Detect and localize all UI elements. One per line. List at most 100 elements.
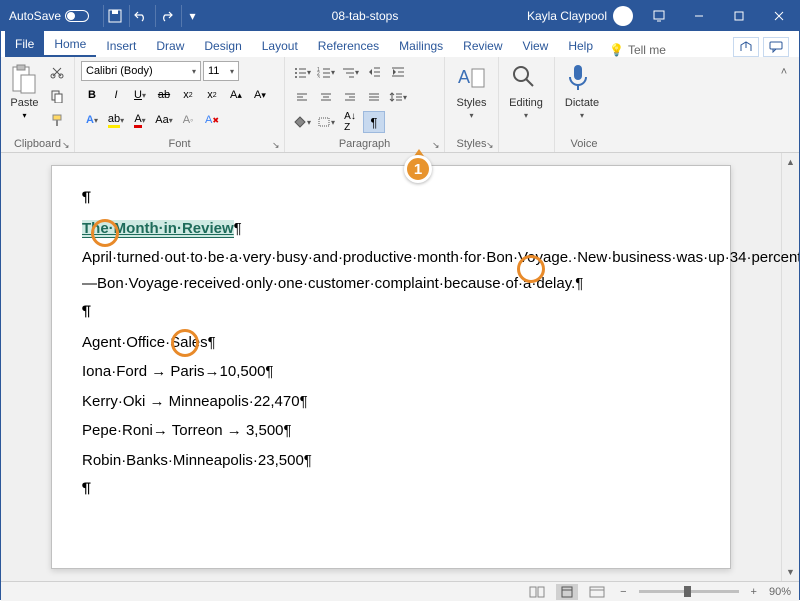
text-effects-button[interactable]: A▾ xyxy=(81,109,103,131)
tab-design[interactable]: Design xyxy=(194,35,251,57)
print-layout-icon[interactable] xyxy=(556,584,578,600)
group-font: Calibri (Body)▾ 11▾ B I U▾ ab x2 x2 A▴ A… xyxy=(75,57,285,152)
cut-icon[interactable] xyxy=(46,61,68,83)
tab-file[interactable]: File xyxy=(5,31,44,57)
clear-formatting-button[interactable]: A✖ xyxy=(201,109,223,131)
align-left-button[interactable] xyxy=(291,86,313,108)
group-paragraph: ▾ 123▾ ▾ ▾ ▾ ▾ A↓Z ¶ Paragraph ↘ xyxy=(285,57,445,152)
document-page[interactable]: ¶ The·Month·in·Review¶ April·turned·out·… xyxy=(51,165,731,569)
tab-references[interactable]: References xyxy=(308,35,389,57)
highlight-button[interactable]: ab▾ xyxy=(105,109,127,131)
ribbon-display-options-icon[interactable] xyxy=(639,1,679,31)
font-name-value: Calibri (Body) xyxy=(86,65,153,77)
zoom-level[interactable]: 90% xyxy=(769,586,791,598)
read-mode-icon[interactable] xyxy=(526,584,548,600)
change-case-button[interactable]: Aa▾ xyxy=(153,109,175,131)
share-button[interactable] xyxy=(733,37,759,57)
shrink-font-button[interactable]: A▾ xyxy=(249,84,271,106)
scroll-up-icon[interactable]: ▲ xyxy=(784,155,798,169)
data-row: Pepe·Roni→ Torreon → 3,500 xyxy=(82,422,284,439)
zoom-in-button[interactable]: + xyxy=(747,586,761,598)
tab-help[interactable]: Help xyxy=(558,35,603,57)
bold-button[interactable]: B xyxy=(81,84,103,106)
font-launcher-icon[interactable]: ↘ xyxy=(272,140,282,150)
redo-icon[interactable] xyxy=(155,5,177,27)
save-icon[interactable] xyxy=(103,5,125,27)
sort-button[interactable]: A↓Z xyxy=(339,111,361,133)
scroll-down-icon[interactable]: ▼ xyxy=(784,565,798,579)
tab-review[interactable]: Review xyxy=(453,35,512,57)
quick-access-toolbar: ▾ xyxy=(97,5,209,27)
italic-button[interactable]: I xyxy=(105,84,127,106)
tab-draw[interactable]: Draw xyxy=(146,35,194,57)
underline-button[interactable]: U▾ xyxy=(129,84,151,106)
superscript-button[interactable]: x2 xyxy=(201,84,223,106)
undo-icon[interactable] xyxy=(129,5,151,27)
increase-indent-button[interactable] xyxy=(387,61,409,83)
shading-button[interactable]: ▾ xyxy=(291,111,313,133)
paste-button[interactable]: Paste ▾ xyxy=(7,61,42,120)
show-hide-paragraph-button[interactable]: ¶ xyxy=(363,111,385,133)
tab-view[interactable]: View xyxy=(513,35,559,57)
tab-insert[interactable]: Insert xyxy=(96,35,146,57)
qat-customize-icon[interactable]: ▾ xyxy=(181,5,203,27)
maximize-button[interactable] xyxy=(719,1,759,31)
font-name-combobox[interactable]: Calibri (Body)▾ xyxy=(81,61,201,81)
user-account[interactable]: Kayla Claypool xyxy=(521,6,639,26)
autosave-toggle[interactable]: AutoSave xyxy=(1,9,97,23)
autosave-switch[interactable] xyxy=(65,10,89,22)
multilevel-button[interactable]: ▾ xyxy=(339,61,361,83)
tab-home[interactable]: Home xyxy=(44,33,96,57)
styles-label: Styles xyxy=(457,97,487,109)
decrease-indent-button[interactable] xyxy=(363,61,385,83)
paragraph-launcher-icon[interactable]: ↘ xyxy=(432,140,442,150)
comments-button[interactable] xyxy=(763,37,789,57)
font-size-combobox[interactable]: 11▾ xyxy=(203,61,239,81)
body-paragraph-1: April·turned·out·to·be·a·very·busy·and·p… xyxy=(82,249,799,292)
editing-button[interactable]: Editing▾ xyxy=(505,61,547,120)
align-center-button[interactable] xyxy=(315,86,337,108)
paragraph-mark: ¶ xyxy=(575,275,583,292)
line-spacing-button[interactable]: ▾ xyxy=(387,86,409,108)
group-label-clipboard: Clipboard xyxy=(7,136,68,152)
title-bar: AutoSave ▾ 08-tab-stops Kayla Claypool xyxy=(1,1,799,31)
annotation-number-1: 1 xyxy=(404,155,432,183)
web-layout-icon[interactable] xyxy=(586,584,608,600)
tab-layout[interactable]: Layout xyxy=(252,35,308,57)
zoom-slider-thumb[interactable] xyxy=(684,586,691,597)
zoom-slider[interactable] xyxy=(639,590,739,593)
close-button[interactable] xyxy=(759,1,799,31)
borders-button[interactable]: ▾ xyxy=(315,111,337,133)
subscript-button[interactable]: x2 xyxy=(177,84,199,106)
justify-button[interactable] xyxy=(363,86,385,108)
zoom-out-button[interactable]: − xyxy=(616,586,630,598)
tab-mailings[interactable]: Mailings xyxy=(389,35,453,57)
format-painter-icon[interactable] xyxy=(46,109,68,131)
tell-me-label: Tell me xyxy=(628,43,666,57)
paragraph-mark: ¶ xyxy=(82,477,700,503)
clipboard-launcher-icon[interactable]: ↘ xyxy=(62,140,72,150)
font-color-button[interactable]: A▾ xyxy=(129,109,151,131)
data-row: Kerry·Oki → Minneapolis·22,470 xyxy=(82,393,300,410)
strikethrough-button[interactable]: ab xyxy=(153,84,175,106)
minimize-button[interactable] xyxy=(679,1,719,31)
paragraph-mark: ¶ xyxy=(284,422,292,439)
annotation-number-label: 1 xyxy=(414,161,422,178)
paragraph-mark: ¶ xyxy=(304,452,312,469)
paste-icon xyxy=(9,63,41,95)
grow-font-button[interactable]: A▴ xyxy=(225,84,247,106)
dictate-button[interactable]: Dictate▾ xyxy=(561,61,603,120)
align-right-button[interactable] xyxy=(339,86,361,108)
bullets-button[interactable]: ▾ xyxy=(291,61,313,83)
numbering-button[interactable]: 123▾ xyxy=(315,61,337,83)
styles-launcher-icon[interactable]: ↘ xyxy=(486,140,496,150)
dictate-label: Dictate xyxy=(565,97,599,109)
styles-button[interactable]: A Styles▾ xyxy=(451,61,492,120)
collapse-ribbon-icon[interactable]: ˄ xyxy=(773,61,795,83)
vertical-scrollbar[interactable]: ▲ ▼ xyxy=(781,153,799,581)
paragraph-mark: ¶ xyxy=(234,220,242,237)
tell-me-search[interactable]: 💡 Tell me xyxy=(609,43,666,57)
copy-icon[interactable] xyxy=(46,85,68,107)
user-name: Kayla Claypool xyxy=(527,9,607,23)
char-shading-button[interactable]: A◦ xyxy=(177,109,199,131)
